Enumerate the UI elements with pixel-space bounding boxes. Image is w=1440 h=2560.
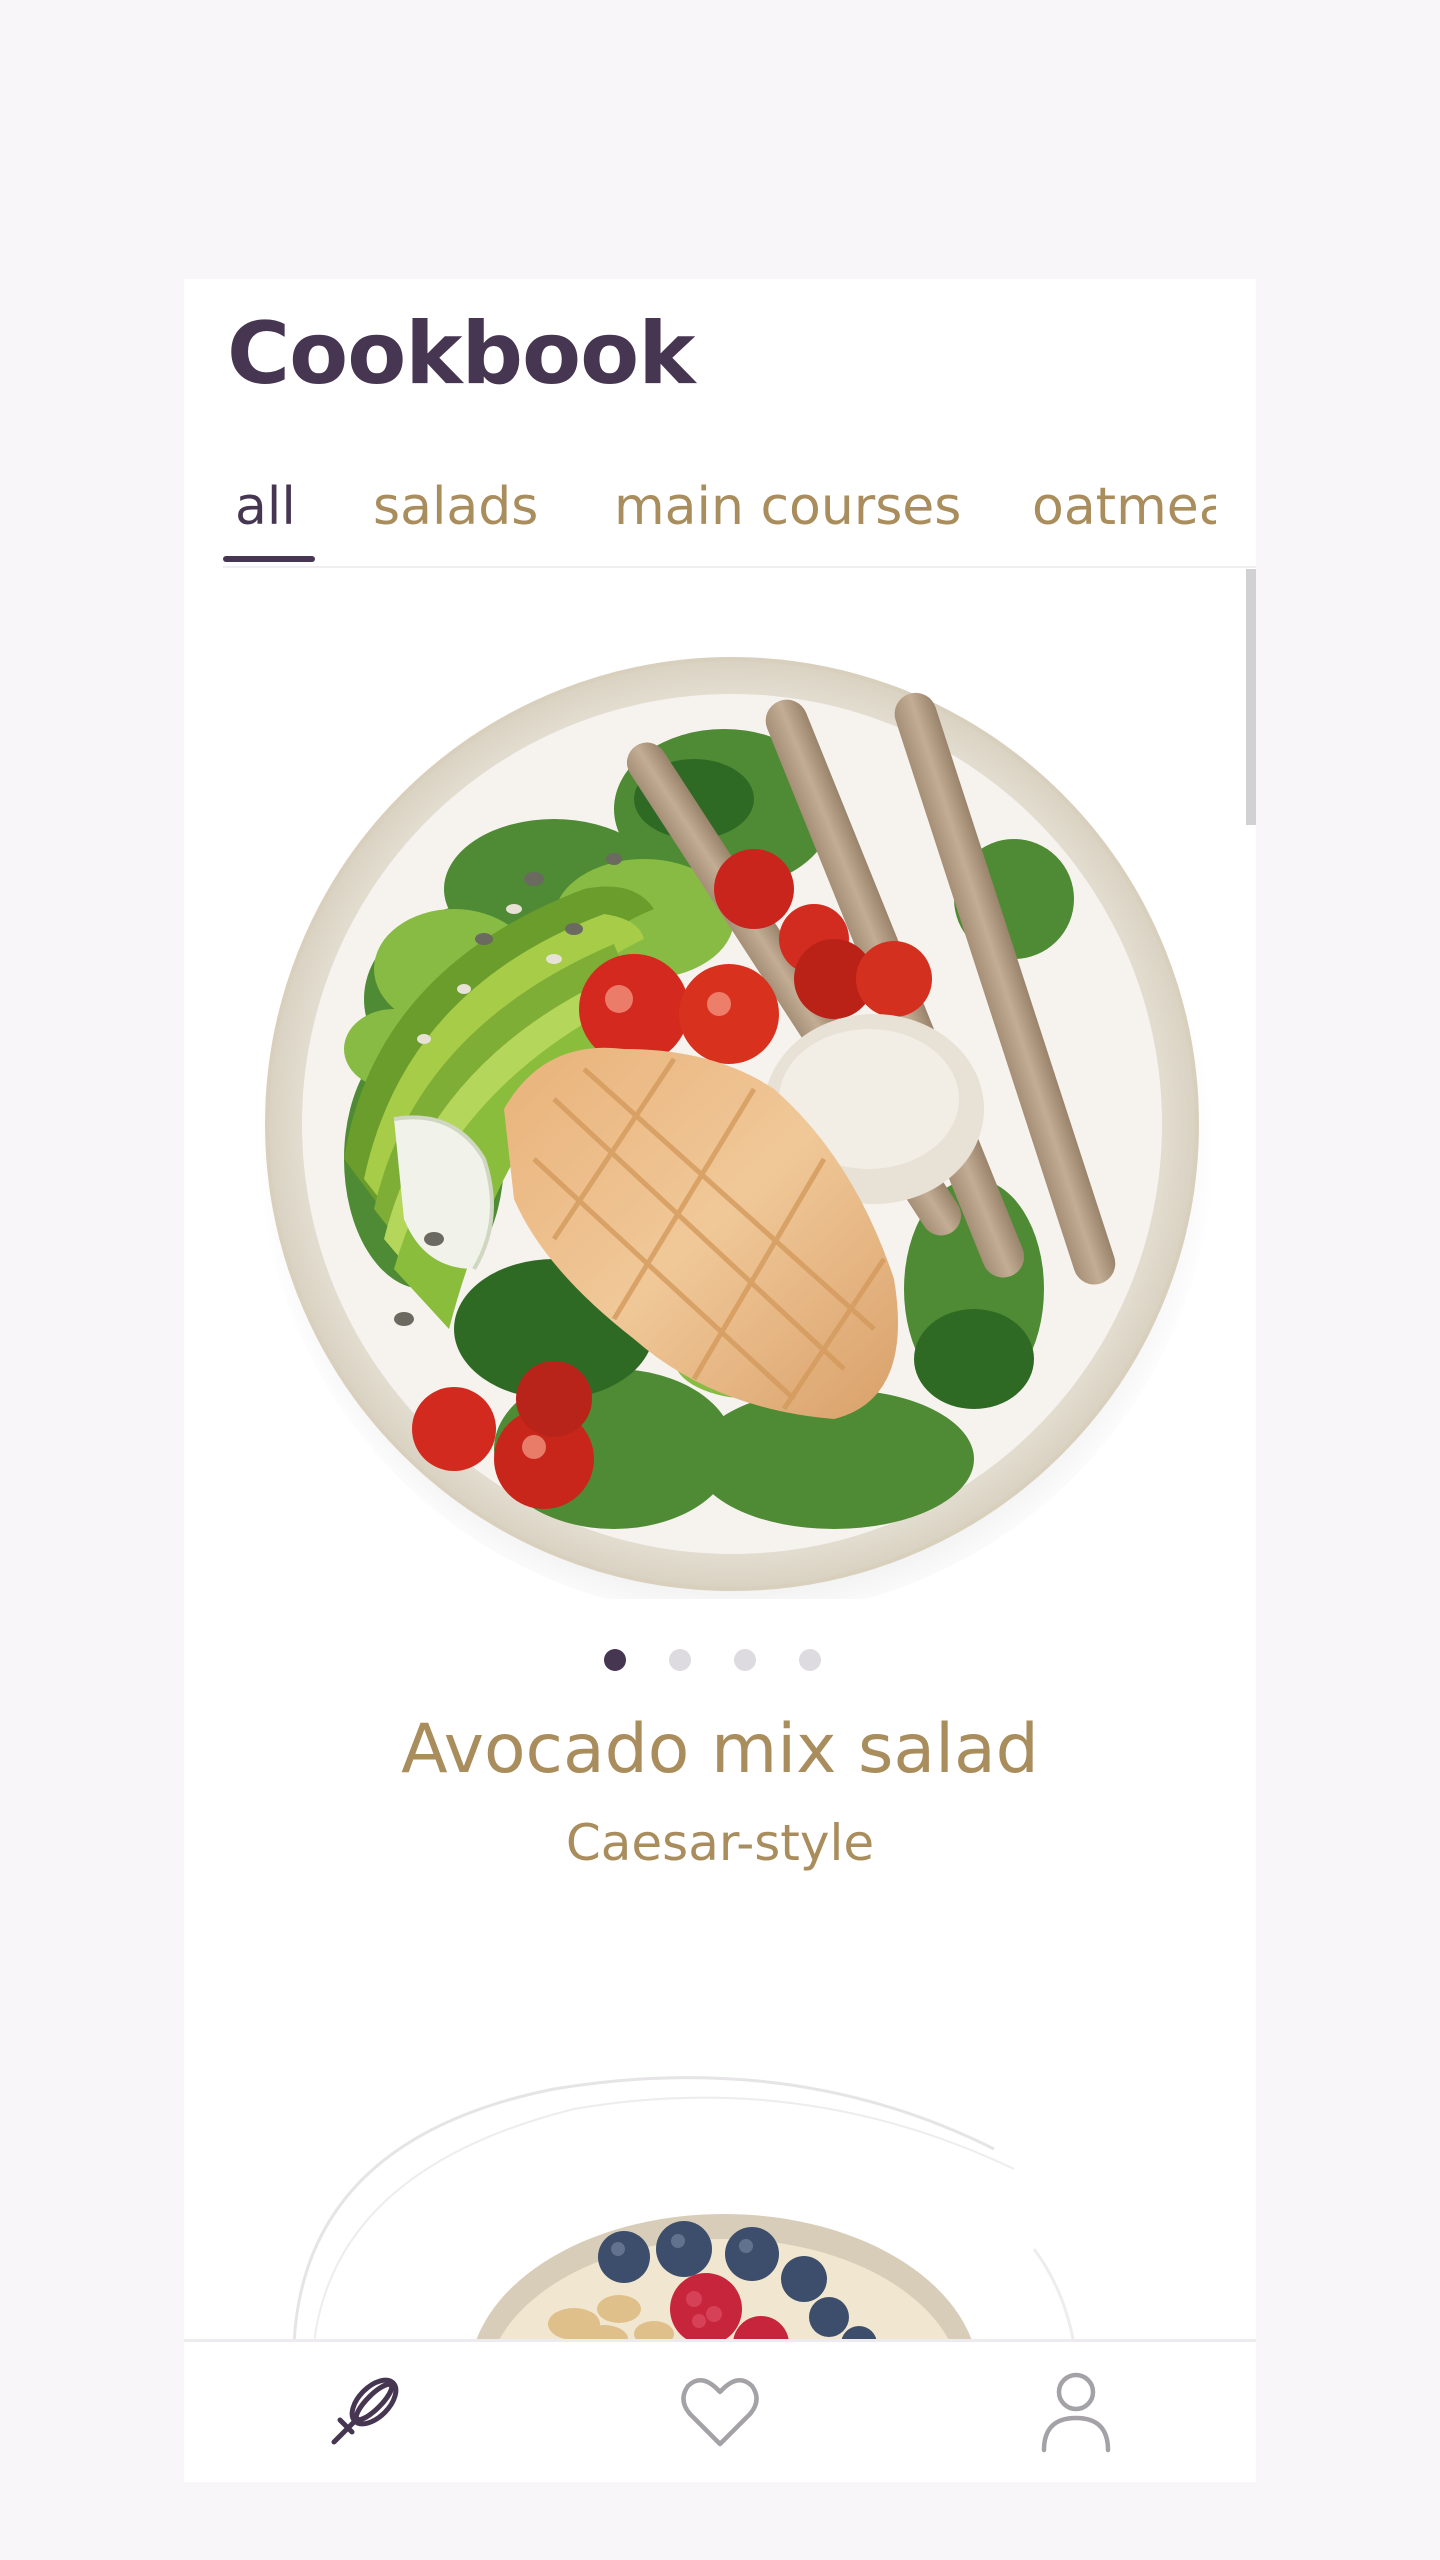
carousel-dot-2[interactable] xyxy=(669,1649,691,1671)
recipe-image[interactable] xyxy=(254,639,1214,1617)
nav-favorites-button[interactable] xyxy=(670,2362,770,2462)
recipe-title[interactable]: Avocado mix salad xyxy=(184,1709,1256,1791)
tab-all[interactable]: all xyxy=(235,457,296,565)
oatmeal-bowl-image xyxy=(292,2076,1076,2344)
carousel-dot-3[interactable] xyxy=(734,1649,756,1671)
nav-recipes-button[interactable] xyxy=(312,2362,412,2462)
carousel-dot-4[interactable] xyxy=(799,1649,821,1671)
recipe-subtitle: Caesar-style xyxy=(565,1814,875,1872)
scrollbar[interactable] xyxy=(1246,569,1256,2339)
app-screen: Cookbook all salads main courses oatmeal xyxy=(184,279,1256,2482)
tab-main-courses[interactable]: main courses xyxy=(614,457,961,565)
user-icon xyxy=(1041,2372,1111,2453)
header: Cookbook all salads main courses oatmeal xyxy=(184,279,1256,569)
active-tab-indicator xyxy=(223,556,315,562)
tab-oatmeal[interactable]: oatmeal xyxy=(1032,457,1216,565)
salad-plate-image xyxy=(258,657,1214,1617)
tab-salads[interactable]: salads xyxy=(373,457,538,565)
heart-icon xyxy=(681,2378,759,2447)
scrollbar-thumb[interactable] xyxy=(1246,569,1256,825)
carousel-dot-1[interactable] xyxy=(604,1649,626,1671)
page-title: Cookbook xyxy=(227,304,695,404)
header-divider xyxy=(223,566,1256,568)
category-tabs: all salads main courses oatmeal xyxy=(184,457,1216,565)
carousel-indicator xyxy=(604,1646,844,1676)
whisk-icon xyxy=(331,2377,399,2445)
bottom-navigation xyxy=(184,2339,1256,2482)
nav-profile-button[interactable] xyxy=(1026,2362,1126,2462)
next-recipe-card[interactable] xyxy=(274,2059,1174,2344)
